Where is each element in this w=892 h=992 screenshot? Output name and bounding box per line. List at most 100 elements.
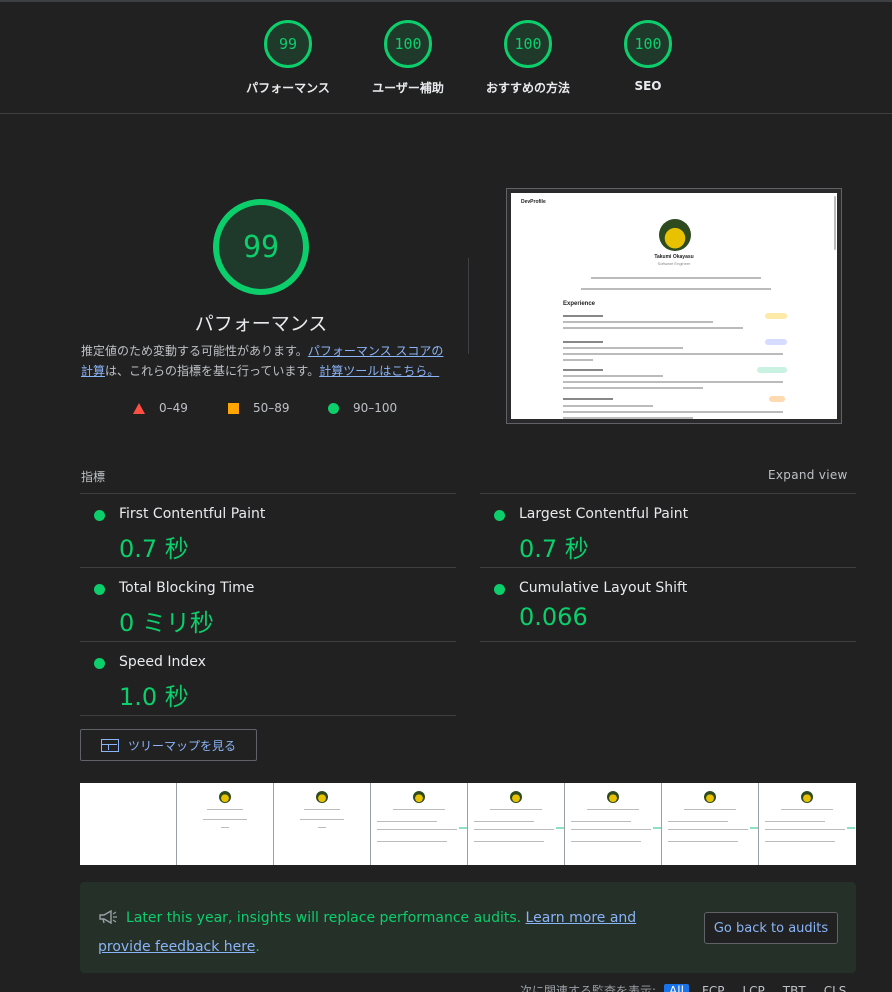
- text-line: [563, 387, 703, 389]
- final-screenshot[interactable]: DevProfile Takumi Okayasu Software Engin…: [506, 188, 842, 424]
- text-line: [563, 411, 783, 413]
- screenshot-scrollbar: [834, 196, 836, 250]
- text-line: [203, 819, 247, 820]
- text-line: [668, 829, 748, 830]
- gauge-seo[interactable]: 100 SEO: [588, 20, 708, 93]
- pass-dot-icon: [94, 584, 105, 595]
- pass-dot-icon: [494, 584, 505, 595]
- filmstrip-frame: [80, 783, 177, 865]
- treemap-icon: [100, 738, 119, 752]
- gauge-performance-label: パフォーマンス: [246, 81, 330, 95]
- filter-chip-lcp[interactable]: LCP: [737, 984, 769, 992]
- performance-description: 推定値のため変動する可能性があります。パフォーマンス スコアの計算は、これらの指…: [81, 341, 451, 381]
- metric-lcp-value: 0.7 秒: [519, 535, 589, 563]
- metric-lcp: Largest Contentful Paint 0.7 秒: [480, 494, 856, 568]
- tag: [847, 827, 855, 829]
- text-line: [563, 381, 783, 383]
- circle-icon: [328, 402, 339, 414]
- tag: [769, 396, 785, 402]
- avatar: [659, 219, 691, 251]
- metric-divider: [80, 715, 456, 716]
- metric-si: Speed Index 1.0 秒: [80, 642, 456, 716]
- treemap-label: ツリーマップを見る: [127, 738, 236, 753]
- text-line: [563, 375, 663, 377]
- text-line: [563, 315, 603, 317]
- filter-chip-all[interactable]: All: [664, 983, 689, 992]
- metric-tbt-title: Total Blocking Time: [119, 580, 255, 596]
- insights-banner: Later this year, insights will replace p…: [80, 882, 856, 973]
- gauge-accessibility[interactable]: 100 ユーザー補助: [348, 20, 468, 96]
- metric-cls: Cumulative Layout Shift 0.066: [480, 568, 856, 642]
- text-line: [474, 821, 534, 822]
- text-line: [304, 809, 340, 810]
- gauge-best-practices[interactable]: 100 おすすめの方法: [468, 20, 588, 96]
- metric-si-title: Speed Index: [119, 654, 206, 670]
- filmstrip: [80, 783, 856, 865]
- filmstrip-frame: [177, 783, 274, 865]
- filter-chip-tbt[interactable]: TBT: [778, 984, 811, 992]
- filter-label: 次に関連する監査を表示:: [520, 984, 657, 992]
- triangle-icon: [133, 402, 145, 414]
- filter-chip-fcp[interactable]: FCP: [697, 984, 730, 992]
- tag: [757, 367, 787, 373]
- text-line: [591, 277, 761, 279]
- text-line: [377, 821, 437, 822]
- text-line: [563, 417, 693, 419]
- go-back-to-audits-button[interactable]: Go back to audits: [704, 912, 838, 944]
- gauge-best-practices-label: おすすめの方法: [485, 81, 570, 95]
- avatar: [413, 791, 425, 803]
- text-line: [765, 841, 835, 842]
- metric-tbt: Total Blocking Time 0 ミリ秒: [80, 568, 456, 642]
- audit-filter: 次に関連する監査を表示: All FCP LCP TBT CLS: [520, 982, 851, 992]
- tag: [765, 339, 787, 345]
- text-line: [207, 809, 243, 810]
- text-line: [571, 821, 631, 822]
- expand-view-toggle[interactable]: Expand view: [768, 468, 848, 482]
- text-line: [563, 369, 603, 371]
- text-line: [587, 809, 639, 810]
- calculator-link[interactable]: 計算ツールはこちら。: [319, 364, 439, 378]
- text-line: [377, 841, 447, 842]
- megaphone-icon: [98, 906, 118, 925]
- gauge-accessibility-score: 100: [384, 20, 432, 68]
- legend-fail: 0–49: [133, 401, 188, 415]
- avatar: [607, 791, 619, 803]
- view-treemap-button[interactable]: ツリーマップを見る: [80, 729, 257, 761]
- text-line: [474, 829, 554, 830]
- text-line: [221, 827, 229, 828]
- text-line: [563, 398, 613, 400]
- avatar: [510, 791, 522, 803]
- metric-si-value: 1.0 秒: [119, 683, 189, 711]
- text-line: [563, 341, 603, 343]
- gauge-accessibility-label: ユーザー補助: [372, 81, 444, 95]
- filter-chip-cls[interactable]: CLS: [819, 984, 852, 992]
- metric-divider: [480, 641, 856, 642]
- filmstrip-frame: [371, 783, 468, 865]
- text-line: [563, 347, 683, 349]
- metric-cls-value: 0.066: [519, 603, 588, 631]
- avatar: [316, 791, 328, 803]
- filmstrip-frame: [274, 783, 371, 865]
- metric-fcp: First Contentful Paint 0.7 秒: [80, 494, 456, 568]
- gauge-seo-label: SEO: [634, 79, 662, 93]
- text-line: [571, 841, 641, 842]
- desc-text-1: 推定値のため変動する可能性があります。: [81, 344, 308, 358]
- tag: [765, 313, 787, 319]
- filmstrip-frame: [662, 783, 759, 865]
- gauge-performance[interactable]: 99 パフォーマンス: [228, 20, 348, 96]
- tag: [459, 827, 467, 829]
- performance-title: パフォーマンス: [194, 313, 328, 335]
- text-line: [781, 809, 833, 810]
- legend-fail-label: 0–49: [159, 401, 188, 415]
- text-line: [765, 821, 825, 822]
- text-line: [571, 829, 651, 830]
- pass-dot-icon: [94, 658, 105, 669]
- filmstrip-frame: [468, 783, 565, 865]
- screenshot-brand: DevProfile: [521, 199, 546, 205]
- text-line: [318, 827, 326, 828]
- screenshot-role: Software Engineer: [657, 261, 691, 266]
- text-line: [765, 829, 845, 830]
- gauge-performance-score: 99: [264, 20, 312, 68]
- banner-period: .: [255, 939, 260, 955]
- text-line: [668, 821, 728, 822]
